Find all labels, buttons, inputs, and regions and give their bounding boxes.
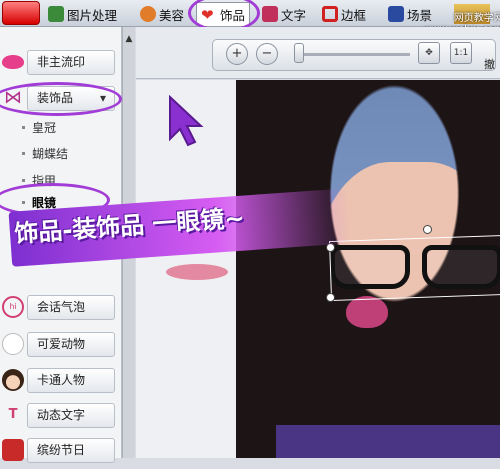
- watermark-line1: 网页教学网: [453, 13, 500, 24]
- sidebar-category-speech-bubble[interactable]: hi 会话气泡: [0, 290, 122, 326]
- bullet: [22, 152, 25, 155]
- bullet: [22, 179, 25, 182]
- tab-image-processing[interactable]: 图片处理: [44, 2, 121, 26]
- fit-to-window-button[interactable]: ✥: [418, 42, 440, 64]
- kiss-sticker[interactable]: [346, 296, 388, 328]
- sidebar-category-cute-animals[interactable]: 可爱动物: [0, 327, 122, 363]
- tab-label: 文字: [281, 7, 307, 23]
- sidebar-subitem-crown[interactable]: 皇冠: [22, 119, 57, 136]
- pointer-arrow-icon: [169, 95, 204, 147]
- zoom-slider-track[interactable]: [302, 53, 410, 56]
- category-button[interactable]: 缤纷节日: [27, 438, 115, 463]
- sidebar-category-nonmainstream-print[interactable]: 非主流印: [0, 45, 122, 81]
- sidebar-category-festivals[interactable]: 缤纷节日: [0, 433, 122, 469]
- speech-bubble-icon: hi: [2, 296, 24, 318]
- actual-size-icon: 1:1: [453, 48, 469, 58]
- zoom-slider-thumb[interactable]: [294, 43, 304, 63]
- bullet: [22, 126, 25, 129]
- tab-label: 图片处理: [67, 7, 118, 23]
- sticker-selection-box[interactable]: [329, 234, 500, 302]
- actual-size-button[interactable]: 1:1: [450, 42, 472, 64]
- lips-icon: [2, 55, 24, 69]
- cartoon-girl-icon: [2, 369, 24, 391]
- sidebar-category-cartoon-characters[interactable]: 卡通人物: [0, 363, 122, 399]
- zoom-in-icon: +: [231, 46, 243, 61]
- category-button[interactable]: 卡通人物: [27, 368, 115, 393]
- tab-text[interactable]: 文字: [258, 2, 310, 26]
- tab-label: 边框: [341, 7, 367, 23]
- shirt: [276, 425, 500, 458]
- subitem-label: 皇冠: [32, 121, 57, 135]
- app-logo-icon: [2, 1, 40, 25]
- category-button[interactable]: 非主流印: [27, 50, 115, 75]
- text-sticker-icon: T: [8, 407, 18, 422]
- scene-icon: [388, 6, 404, 22]
- subitem-label: 蝴蝶结: [32, 147, 69, 161]
- category-button[interactable]: 会话气泡: [27, 295, 115, 320]
- text-icon: [262, 6, 278, 22]
- undo-button[interactable]: 撤: [484, 42, 500, 71]
- tab-frame[interactable]: 边框: [318, 2, 370, 26]
- fit-icon: ✥: [425, 48, 433, 58]
- zoom-out-icon: −: [261, 46, 273, 61]
- rotate-handle[interactable]: [423, 225, 432, 234]
- face-icon: [140, 6, 156, 22]
- tab-beauty[interactable]: 美容: [136, 2, 188, 26]
- zoom-out-button[interactable]: −: [256, 43, 278, 65]
- scroll-up-arrow-icon[interactable]: ▲: [123, 33, 135, 45]
- sidebar-subitem-bowknot[interactable]: 蝴蝶结: [22, 145, 69, 162]
- lips: [166, 264, 228, 280]
- undo-label: 撤: [484, 58, 495, 71]
- picture-icon: [48, 6, 64, 22]
- category-button[interactable]: 可爱动物: [27, 332, 115, 357]
- sidebar-category-animated-text[interactable]: T 动态文字: [0, 398, 122, 434]
- tab-label: 美容: [159, 7, 185, 23]
- bunny-icon: [2, 333, 24, 355]
- resize-handle-bl[interactable]: [326, 293, 335, 302]
- category-button[interactable]: 动态文字: [27, 403, 115, 428]
- frame-icon: [322, 6, 338, 22]
- zoom-in-button[interactable]: +: [226, 43, 248, 65]
